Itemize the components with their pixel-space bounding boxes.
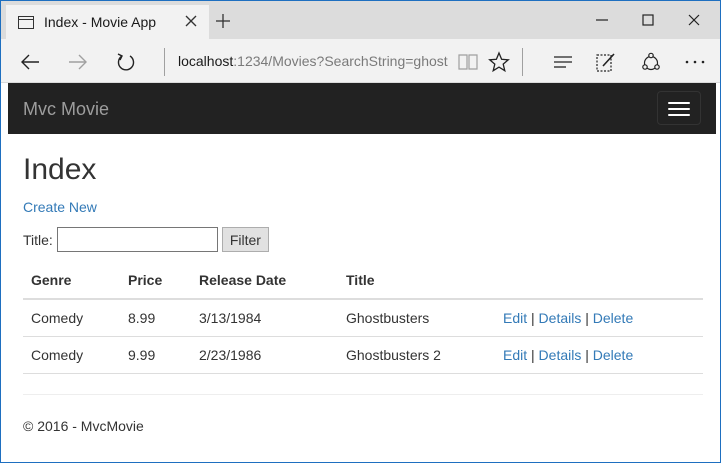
cell-actions: Edit | Details | Delete — [495, 299, 703, 337]
movies-table: Genre Price Release Date Title Comedy 8.… — [23, 262, 703, 374]
title-filter-input[interactable] — [56, 227, 218, 252]
tab-title: Index - Movie App — [44, 14, 157, 30]
title-bar: Index - Movie App — [1, 1, 720, 39]
close-icon[interactable] — [184, 14, 198, 28]
url-host: localhost — [178, 53, 234, 69]
reading-view-icon[interactable] — [457, 51, 479, 73]
address-field[interactable]: localhost:1234/Movies?SearchString=ghost — [178, 53, 448, 69]
cell-price: 9.99 — [120, 336, 191, 374]
table-header-row: Genre Price Release Date Title — [23, 262, 703, 300]
more-icon[interactable] — [684, 51, 706, 73]
title-filter-label: Title: — [23, 231, 53, 248]
column-header-genre: Genre — [23, 262, 120, 300]
url-path: :1234/Movies?SearchString=ghost — [233, 53, 448, 69]
filter-form: Title: Filter — [23, 227, 269, 252]
column-header-actions — [495, 262, 703, 300]
filter-button[interactable]: Filter — [221, 227, 269, 252]
site-navbar: Mvc Movie — [8, 83, 716, 134]
web-note-icon[interactable] — [595, 51, 617, 73]
hamburger-icon — [668, 108, 690, 110]
hamburger-icon — [668, 114, 690, 116]
nav-toggle-button[interactable] — [657, 91, 701, 125]
refresh-icon[interactable] — [115, 51, 137, 73]
footer-divider — [23, 394, 703, 395]
column-header-title: Title — [338, 262, 495, 300]
cell-price: 8.99 — [120, 299, 191, 337]
toolbar-separator — [522, 48, 523, 76]
favorite-star-icon[interactable] — [488, 51, 510, 73]
edit-link[interactable]: Edit — [503, 310, 527, 326]
cell-title: Ghostbusters 2 — [338, 336, 495, 374]
page-icon — [18, 16, 34, 29]
close-icon[interactable] — [685, 11, 703, 29]
page-title: Index — [23, 153, 97, 186]
plus-icon[interactable] — [215, 13, 231, 29]
table-row: Comedy 9.99 2/23/1986 Ghostbusters 2 Edi… — [23, 336, 703, 374]
cell-release-date: 2/23/1986 — [191, 336, 338, 374]
minimize-icon[interactable] — [593, 11, 611, 29]
column-header-release-date: Release Date — [191, 262, 338, 300]
cell-genre: Comedy — [23, 299, 120, 337]
share-icon[interactable] — [640, 51, 662, 73]
cell-actions: Edit | Details | Delete — [495, 336, 703, 374]
hub-icon[interactable] — [552, 51, 574, 73]
link-separator: | — [585, 346, 589, 363]
cell-title: Ghostbusters — [338, 299, 495, 337]
details-link[interactable]: Details — [539, 310, 582, 326]
hamburger-icon — [668, 102, 690, 104]
address-toolbar: localhost:1234/Movies?SearchString=ghost — [1, 39, 720, 83]
back-arrow-icon[interactable] — [19, 51, 41, 73]
forward-arrow-icon[interactable] — [67, 51, 89, 73]
edit-link[interactable]: Edit — [503, 347, 527, 363]
link-separator: | — [531, 309, 535, 326]
delete-link[interactable]: Delete — [593, 347, 633, 363]
address-separator — [164, 48, 165, 76]
delete-link[interactable]: Delete — [593, 310, 633, 326]
create-new-link[interactable]: Create New — [23, 199, 97, 215]
footer-text: © 2016 - MvcMovie — [23, 418, 144, 434]
browser-tab[interactable]: Index - Movie App — [6, 5, 209, 39]
link-separator: | — [531, 346, 535, 363]
column-header-price: Price — [120, 262, 191, 300]
maximize-icon[interactable] — [639, 11, 657, 29]
link-separator: | — [585, 309, 589, 326]
browser-window: Index - Movie App localhost:1234/Movies?… — [0, 0, 721, 463]
cell-genre: Comedy — [23, 336, 120, 374]
cell-release-date: 3/13/1984 — [191, 299, 338, 337]
table-row: Comedy 8.99 3/13/1984 Ghostbusters Edit … — [23, 299, 703, 337]
brand-link[interactable]: Mvc Movie — [23, 99, 109, 120]
details-link[interactable]: Details — [539, 347, 582, 363]
